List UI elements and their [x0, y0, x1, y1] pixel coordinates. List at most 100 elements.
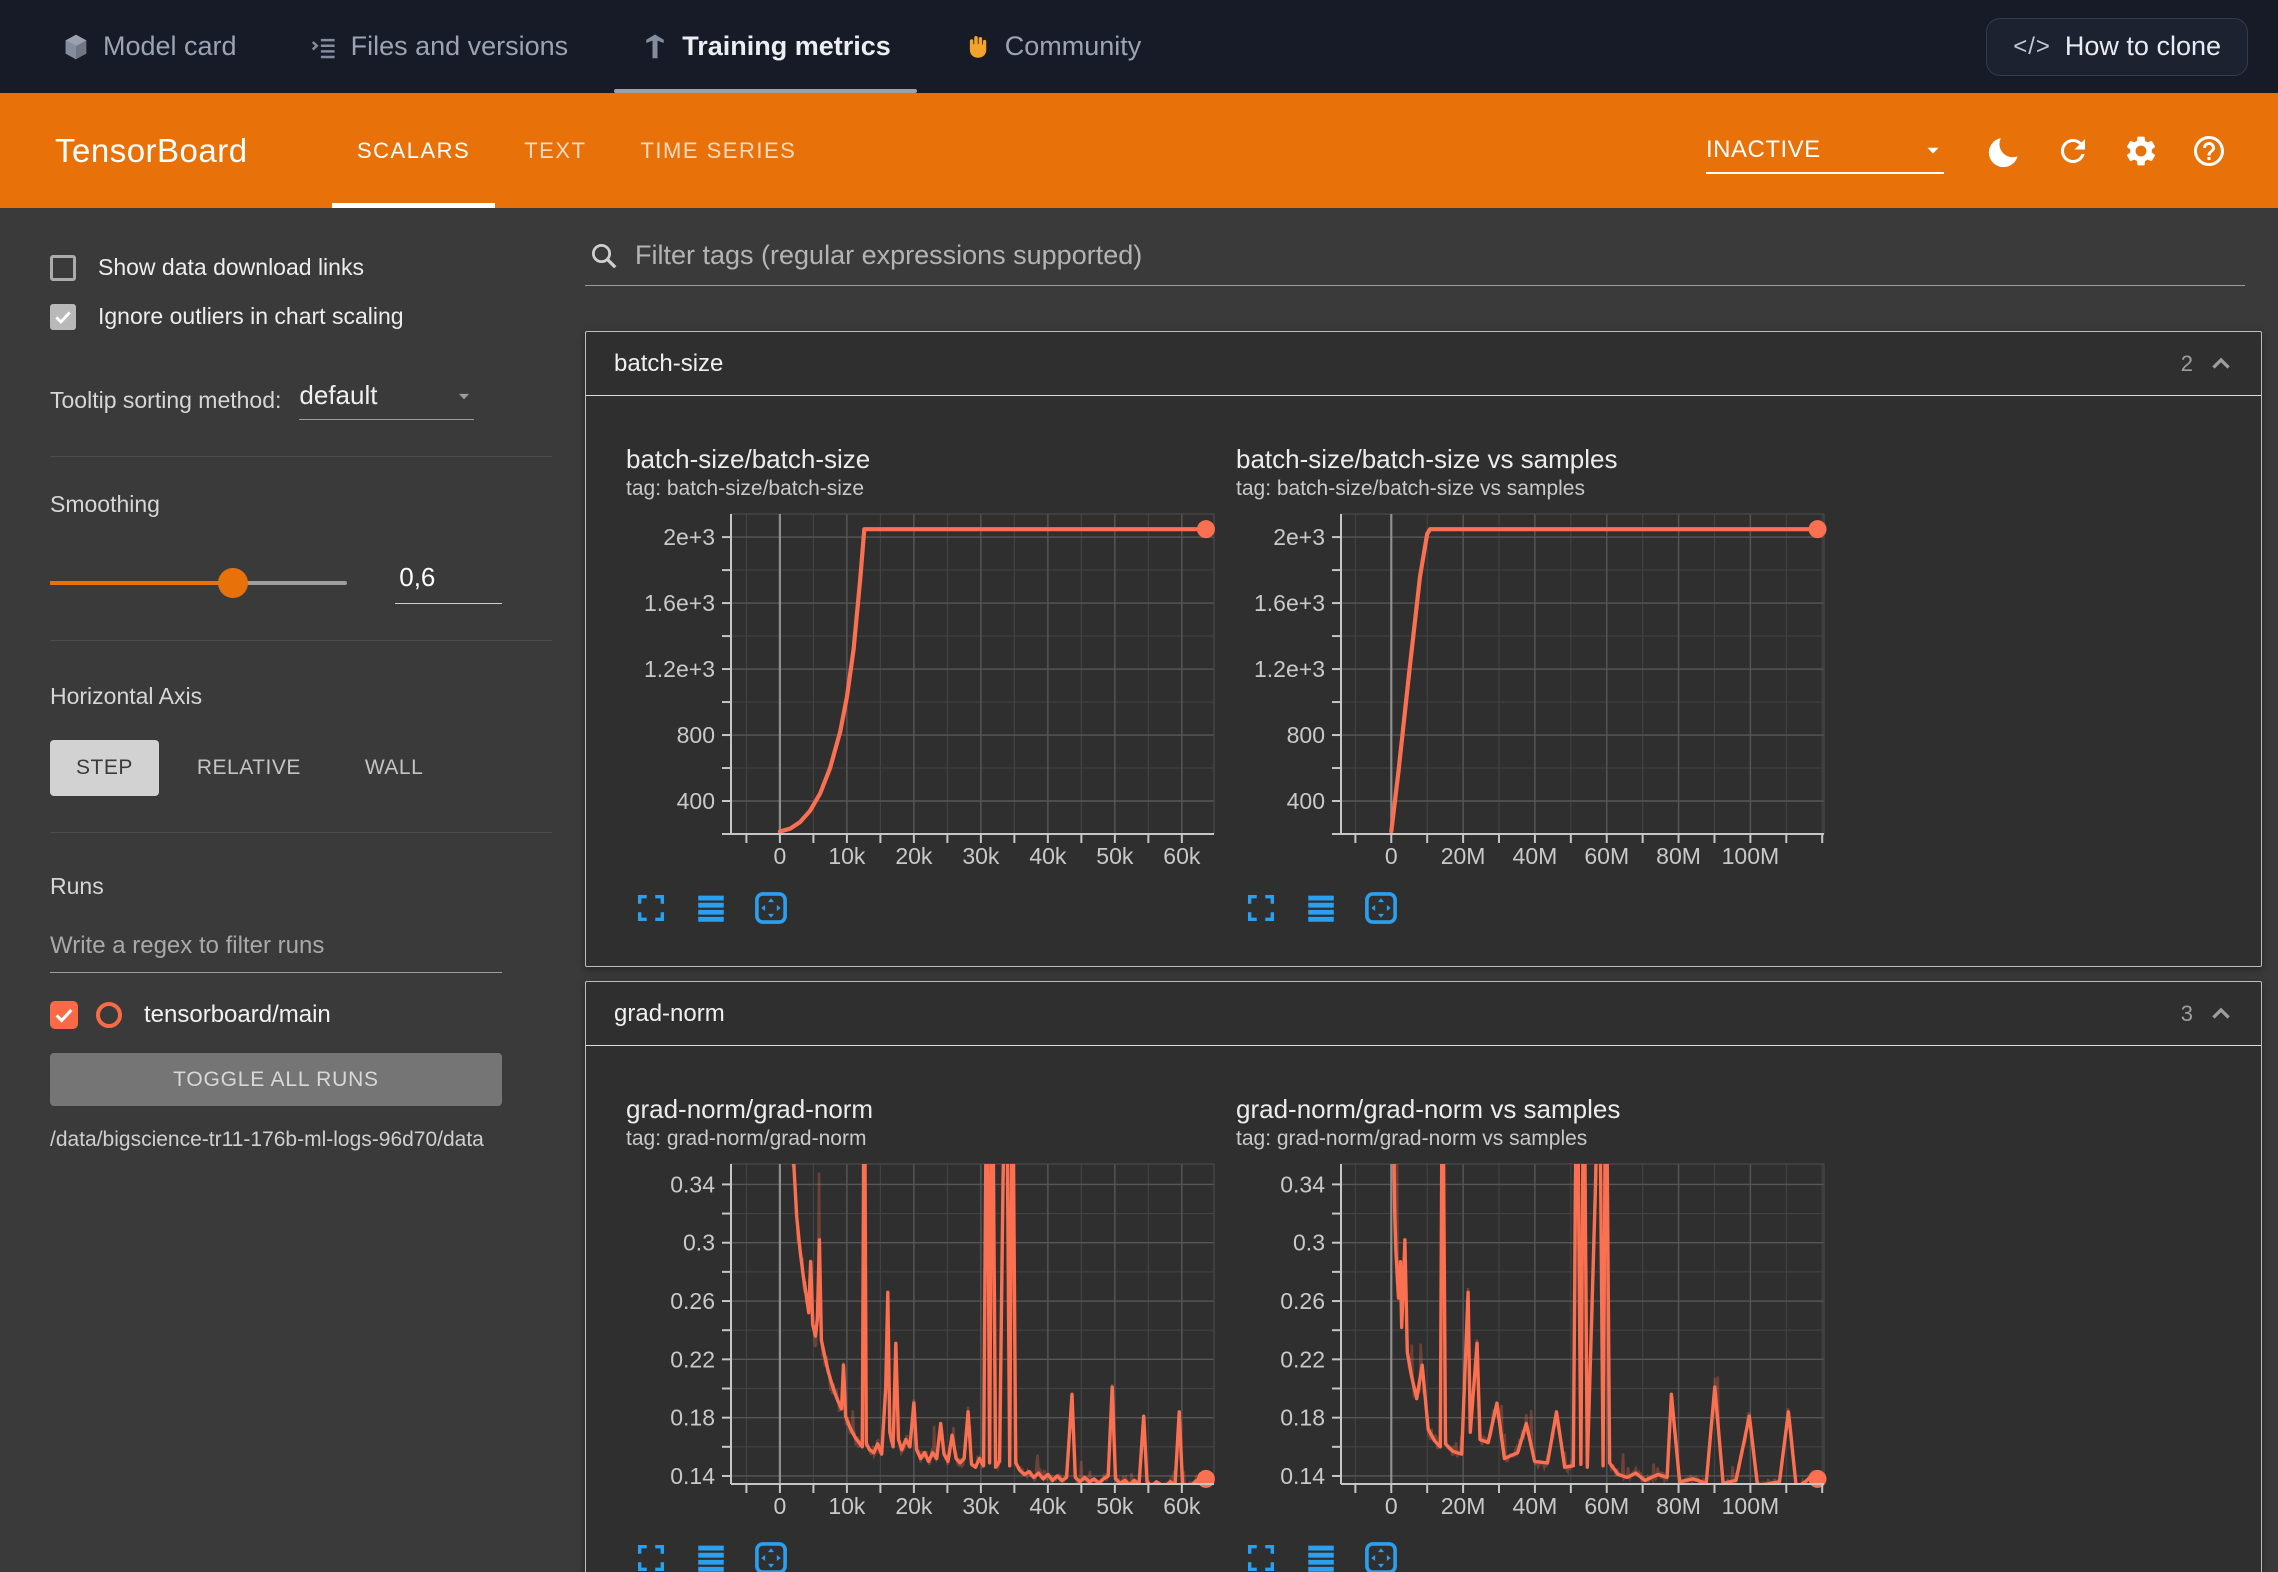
- chart-count-badge: 2: [2181, 351, 2193, 377]
- slider-thumb[interactable]: [218, 568, 248, 598]
- dark-mode-toggle-button[interactable]: [1976, 122, 2034, 180]
- run-checkbox[interactable]: [50, 1001, 78, 1029]
- chart-plot[interactable]: 010k20k30k40k50k60k0.140.180.220.260.30.…: [626, 1162, 1222, 1527]
- svg-text:20M: 20M: [1441, 1493, 1486, 1519]
- tooltip-sorting-select[interactable]: default: [299, 380, 474, 420]
- run-row-tensorboard-main[interactable]: tensorboard/main: [50, 1001, 502, 1029]
- check-icon: [53, 307, 73, 327]
- axis-wall-button[interactable]: WALL: [339, 740, 449, 796]
- svg-text:80M: 80M: [1656, 1493, 1701, 1519]
- smoothing-value-input[interactable]: 0,6: [395, 562, 502, 604]
- chart-title: grad-norm/grad-norm vs samples: [1236, 1094, 1832, 1124]
- ignore-outliers-checkbox[interactable]: Ignore outliers in chart scaling: [50, 303, 502, 330]
- tab-time-series[interactable]: TIME SERIES: [613, 93, 823, 208]
- how-to-clone-button[interactable]: </> How to clone: [1986, 18, 2248, 76]
- svg-text:800: 800: [1287, 722, 1325, 748]
- filter-tags-input[interactable]: [635, 240, 2245, 271]
- data-table-icon[interactable]: [1302, 889, 1340, 927]
- status-select-value: INACTIVE: [1706, 136, 1821, 164]
- svg-text:800: 800: [677, 722, 715, 748]
- card-title: grad-norm: [614, 1000, 725, 1028]
- tab-label: Community: [1005, 31, 1142, 62]
- chart-title: grad-norm/grad-norm: [626, 1094, 1222, 1124]
- main-panel: batch-size 2 batch-size/batch-size tag: …: [552, 208, 2278, 1572]
- svg-text:0.22: 0.22: [670, 1346, 715, 1372]
- card-header[interactable]: grad-norm 3: [586, 982, 2261, 1046]
- tab-model-card[interactable]: Model card: [55, 0, 243, 93]
- expand-chart-icon[interactable]: [1242, 1539, 1280, 1572]
- hf-tab-bar: Model card Files and versions Training m…: [55, 0, 1147, 93]
- runs-label: Runs: [50, 873, 502, 900]
- chart-actions: [1236, 889, 1832, 927]
- expand-chart-icon[interactable]: [632, 1539, 670, 1572]
- svg-text:20k: 20k: [895, 1493, 933, 1519]
- refresh-button[interactable]: [2044, 122, 2102, 180]
- search-icon: [589, 241, 619, 271]
- svg-text:60M: 60M: [1584, 843, 1629, 869]
- svg-text:20k: 20k: [895, 843, 933, 869]
- run-filter-input[interactable]: [50, 926, 502, 973]
- checkbox-checked[interactable]: [50, 304, 76, 330]
- svg-text:20M: 20M: [1441, 843, 1486, 869]
- svg-text:40M: 40M: [1513, 843, 1558, 869]
- chevron-down-icon: [454, 386, 474, 406]
- svg-text:1.6e+3: 1.6e+3: [644, 590, 715, 616]
- tab-text[interactable]: TEXT: [497, 93, 613, 208]
- section-card-grad-norm: grad-norm 3 grad-norm/grad-norm tag: gra…: [585, 981, 2262, 1572]
- svg-text:400: 400: [677, 788, 715, 814]
- svg-text:0: 0: [1385, 1493, 1398, 1519]
- expand-chart-icon[interactable]: [632, 889, 670, 927]
- card-collapse-control[interactable]: 3: [2181, 1000, 2235, 1028]
- chart-grad-norm-samples: grad-norm/grad-norm vs samples tag: grad…: [1236, 1094, 1832, 1572]
- divider: [50, 832, 552, 833]
- data-table-icon[interactable]: [1302, 1539, 1340, 1572]
- chart-plot[interactable]: 020M40M60M80M100M0.140.180.220.260.30.34: [1236, 1162, 1832, 1527]
- fit-domain-icon[interactable]: [752, 889, 790, 927]
- show-data-download-links-checkbox[interactable]: Show data download links: [50, 254, 502, 281]
- chart-plot[interactable]: 010k20k30k40k50k60k4008001.2e+31.6e+32e+…: [626, 512, 1222, 877]
- status-select[interactable]: INACTIVE: [1706, 128, 1944, 174]
- svg-text:1.6e+3: 1.6e+3: [1254, 590, 1325, 616]
- fit-domain-icon[interactable]: [1362, 889, 1400, 927]
- fit-domain-icon[interactable]: [752, 1539, 790, 1572]
- fit-domain-icon[interactable]: [1362, 1539, 1400, 1572]
- divider: [50, 640, 552, 641]
- tab-community[interactable]: Community: [957, 0, 1148, 93]
- svg-text:0: 0: [774, 843, 787, 869]
- chart-plot[interactable]: 020M40M60M80M100M4008001.2e+31.6e+32e+3: [1236, 512, 1832, 877]
- chart-actions: [626, 1539, 1222, 1572]
- svg-text:0.26: 0.26: [670, 1288, 715, 1314]
- data-table-icon[interactable]: [692, 889, 730, 927]
- tab-files-and-versions[interactable]: Files and versions: [303, 0, 575, 93]
- svg-text:2e+3: 2e+3: [1273, 524, 1325, 550]
- checkbox-unchecked[interactable]: [50, 255, 76, 281]
- run-color-swatch: [96, 1002, 122, 1028]
- gear-icon: [2123, 133, 2159, 169]
- svg-text:30k: 30k: [962, 1493, 1000, 1519]
- svg-text:40M: 40M: [1513, 1493, 1558, 1519]
- card-body: grad-norm/grad-norm tag: grad-norm/grad-…: [586, 1046, 2261, 1572]
- smoothing-slider[interactable]: [50, 581, 347, 585]
- svg-text:50k: 50k: [1096, 1493, 1134, 1519]
- svg-text:10k: 10k: [828, 843, 866, 869]
- toggle-all-runs-button[interactable]: TOGGLE ALL RUNS: [50, 1053, 502, 1106]
- data-table-icon[interactable]: [692, 1539, 730, 1572]
- svg-text:0.3: 0.3: [683, 1230, 715, 1256]
- tab-training-metrics[interactable]: Training metrics: [634, 0, 897, 93]
- chart-batch-size-samples: batch-size/batch-size vs samples tag: ba…: [1236, 444, 1832, 927]
- divider: [50, 456, 552, 457]
- svg-text:60k: 60k: [1163, 1493, 1201, 1519]
- tab-scalars[interactable]: SCALARS: [330, 93, 497, 208]
- settings-button[interactable]: [2112, 122, 2170, 180]
- axis-relative-button[interactable]: RELATIVE: [171, 740, 327, 796]
- axis-step-button[interactable]: STEP: [50, 740, 159, 796]
- card-header[interactable]: batch-size 2: [586, 332, 2261, 396]
- card-collapse-control[interactable]: 2: [2181, 350, 2235, 378]
- help-button[interactable]: [2180, 122, 2238, 180]
- expand-chart-icon[interactable]: [1242, 889, 1280, 927]
- svg-text:0.34: 0.34: [670, 1171, 715, 1197]
- slider-fill: [50, 581, 233, 585]
- chevron-up-icon: [2207, 1000, 2235, 1028]
- tensorboard-logo: TensorBoard: [55, 132, 330, 170]
- filter-tags-row: [585, 240, 2245, 286]
